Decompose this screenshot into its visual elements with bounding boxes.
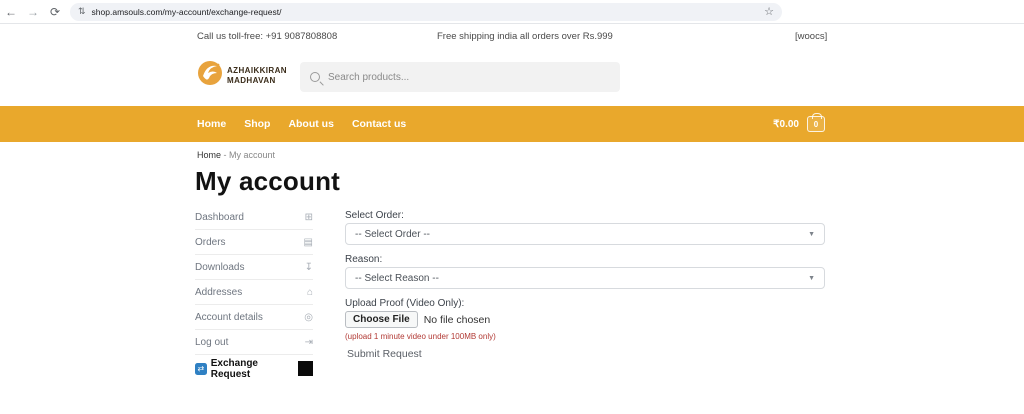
sidebar-item-label: Log out	[195, 337, 228, 348]
sidebar-item-logout[interactable]: Log out ⇥	[195, 330, 313, 355]
site-info-icon[interactable]: ⇅	[78, 6, 86, 17]
breadcrumb: Home - My account	[197, 150, 275, 160]
choose-file-button[interactable]: Choose File	[345, 311, 418, 328]
logo-line1: AZHAIKKIRAN	[227, 66, 287, 75]
call-tollfree-text: Call us toll-free: +91 9087808808	[197, 31, 337, 42]
logo-line2: MADHAVAN	[227, 76, 276, 85]
main-nav: Home Shop About us Contact us ₹0.00 0	[0, 106, 1024, 142]
free-shipping-text: Free shipping india all orders over Rs.9…	[437, 31, 613, 42]
chevron-down-icon: ▼	[808, 275, 815, 282]
url-text[interactable]: shop.amsouls.com/my-account/exchange-req…	[92, 7, 765, 17]
nav-link-about[interactable]: About us	[288, 118, 334, 130]
select-order-label: Select Order:	[345, 210, 404, 221]
url-bar[interactable]: ⇅ shop.amsouls.com/my-account/exchange-r…	[70, 3, 782, 21]
logout-icon: ⇥	[305, 337, 313, 348]
cart-bag-icon: 0	[807, 116, 825, 132]
page-title: My account	[195, 166, 340, 197]
breadcrumb-separator: -	[221, 150, 229, 160]
sidebar-item-dashboard[interactable]: Dashboard ⊞	[195, 205, 313, 230]
select-order-dropdown[interactable]: -- Select Order -- ▼	[345, 223, 825, 245]
exchange-icon: ⇄	[195, 363, 207, 375]
logo-text: AZHAIKKIRAN MADHAVAN	[227, 66, 287, 86]
file-input[interactable]: Choose File No file chosen	[345, 311, 490, 328]
select-order-value: -- Select Order --	[355, 229, 808, 240]
downloads-icon: ↧	[305, 262, 313, 273]
no-file-chosen-text: No file chosen	[424, 314, 491, 326]
sidebar-item-exchange-request[interactable]: ⇄ Exchange Request	[195, 355, 313, 382]
broken-image-placeholder	[298, 361, 313, 376]
sidebar-item-account-details[interactable]: Account details ◎	[195, 305, 313, 330]
bookmark-star-icon[interactable]: ☆	[764, 5, 774, 18]
breadcrumb-home-link[interactable]: Home	[197, 150, 221, 160]
site-logo[interactable]: AZHAIKKIRAN MADHAVAN	[197, 60, 287, 91]
reload-icon[interactable]: ⟳	[44, 5, 66, 19]
chevron-down-icon: ▼	[808, 231, 815, 238]
woocs-text: [woocs]	[795, 31, 827, 42]
dashboard-icon: ⊞	[305, 212, 313, 223]
breadcrumb-current: My account	[229, 150, 275, 160]
reason-dropdown[interactable]: -- Select Reason -- ▼	[345, 267, 825, 289]
site-header: AZHAIKKIRAN MADHAVAN Search products... …	[0, 50, 1024, 106]
page: ← → ⟳ ⇅ shop.amsouls.com/my-account/exch…	[0, 0, 1024, 414]
sidebar-item-label: Downloads	[195, 262, 244, 273]
nav-link-contact[interactable]: Contact us	[352, 118, 406, 130]
addresses-icon: ⌂	[307, 287, 313, 298]
cart-count-badge: 0	[814, 120, 818, 129]
nav-link-home[interactable]: Home	[197, 118, 226, 130]
upload-proof-label: Upload Proof (Video Only):	[345, 298, 464, 309]
cart-total: ₹0.00	[773, 119, 799, 130]
reason-label: Reason:	[345, 254, 382, 265]
logo-emblem-icon	[197, 60, 223, 91]
browser-chrome: ← → ⟳ ⇅ shop.amsouls.com/my-account/exch…	[0, 0, 1024, 24]
search-icon	[310, 72, 320, 82]
sidebar-item-label: Orders	[195, 237, 226, 248]
account-details-icon: ◎	[304, 312, 313, 323]
reason-value: -- Select Reason --	[355, 273, 808, 284]
sidebar-item-label: Addresses	[195, 287, 242, 298]
top-strip: Call us toll-free: +91 9087808808 Free s…	[0, 24, 1024, 50]
back-icon[interactable]: ←	[0, 5, 22, 19]
forward-icon[interactable]: →	[22, 5, 44, 19]
sidebar-item-orders[interactable]: Orders ▤	[195, 230, 313, 255]
sidebar-item-label: Account details	[195, 312, 263, 323]
search-input[interactable]: Search products...	[328, 72, 409, 83]
sidebar-item-downloads[interactable]: Downloads ↧	[195, 255, 313, 280]
sidebar-item-addresses[interactable]: Addresses ⌂	[195, 280, 313, 305]
submit-request-button[interactable]: Submit Request	[347, 348, 422, 360]
sidebar-item-label: Dashboard	[195, 212, 244, 223]
orders-icon: ▤	[304, 237, 313, 248]
search-box[interactable]: Search products...	[300, 62, 620, 92]
sidebar-item-label: Exchange Request	[211, 358, 299, 380]
nav-link-shop[interactable]: Shop	[244, 118, 270, 130]
upload-note: (upload 1 minute video under 100MB only)	[345, 332, 496, 341]
account-sidebar: Dashboard ⊞ Orders ▤ Downloads ↧ Address…	[195, 205, 313, 382]
cart-button[interactable]: ₹0.00 0	[773, 106, 825, 142]
